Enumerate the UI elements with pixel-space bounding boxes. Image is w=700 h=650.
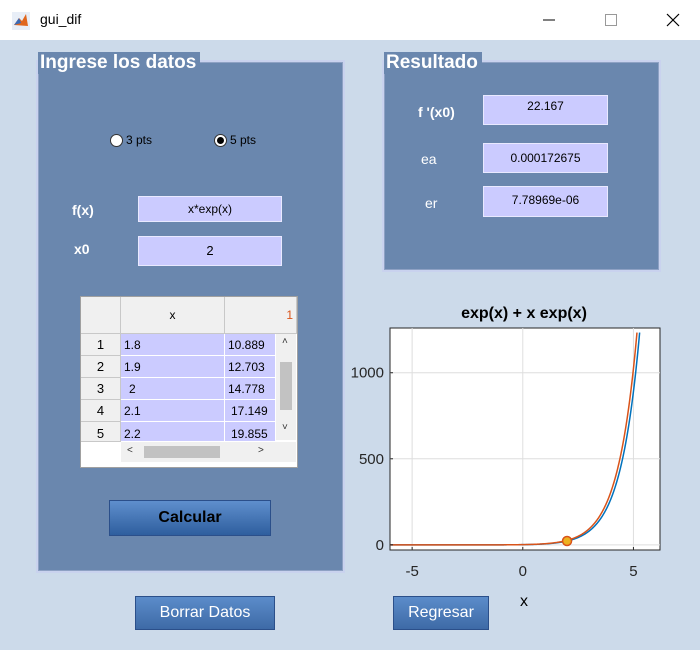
column-header-2[interactable]: 1	[225, 297, 297, 334]
regresar-button[interactable]: Regresar	[393, 596, 489, 630]
er-label: er	[425, 195, 438, 211]
table-cell-x[interactable]: 2.1	[121, 400, 225, 422]
scroll-left-icon[interactable]: <	[127, 445, 133, 456]
title-bar: gui_dif	[0, 0, 700, 40]
table-cell-x[interactable]: 2.2	[121, 422, 225, 442]
window-title: gui_dif	[40, 11, 82, 27]
evaluation-point-marker	[561, 535, 573, 547]
er-output: 7.78969e-06	[483, 186, 608, 217]
maximize-icon	[605, 14, 617, 26]
table-cell-y[interactable]: 19.855	[225, 422, 276, 442]
row-header: 5	[81, 422, 121, 442]
x-tick-label: 5	[629, 563, 637, 580]
table-cell-x[interactable]: 2	[121, 378, 225, 400]
scroll-right-icon[interactable]: >	[258, 445, 264, 456]
matlab-icon	[12, 12, 30, 30]
radio-5-pts[interactable]: 5 pts	[214, 133, 256, 147]
plot-area	[389, 327, 661, 551]
table-horizontal-scrollbar[interactable]: < >	[121, 442, 276, 462]
table-cell-y[interactable]: 14.778	[225, 378, 276, 400]
borrar-datos-button[interactable]: Borrar Datos	[135, 596, 275, 630]
x-tick-label: 0	[519, 563, 527, 580]
chart-title: exp(x) + x exp(x)	[461, 305, 587, 322]
radio-3-pts-label: 3 pts	[126, 133, 153, 147]
table-cell-x[interactable]: 1.8	[121, 334, 225, 356]
table-vertical-scrollbar[interactable]: ˄ ˅	[276, 334, 296, 440]
derivative-plot[interactable]: exp(x) + x exp(x) -5 0 5 0 500 1000 x	[340, 296, 680, 616]
maximize-button[interactable]	[588, 0, 634, 40]
x-tick-label: -5	[405, 563, 418, 580]
scrollbar-corner	[276, 442, 296, 462]
y-tick-label: 500	[359, 451, 384, 468]
fx-input[interactable]: x*exp(x)	[138, 196, 282, 222]
row-header: 3	[81, 378, 121, 400]
horizontal-scroll-thumb[interactable]	[144, 446, 220, 458]
data-table[interactable]: x 1 1 1.8 10.889 2 1.9 12.703 3 2 14.778…	[80, 296, 298, 468]
table-corner-header	[81, 297, 121, 334]
x-axis-label: x	[520, 593, 528, 610]
calcular-button[interactable]: Calcular	[109, 500, 271, 536]
scroll-down-icon[interactable]: ˅	[282, 422, 288, 433]
radio-5-pts-label: 5 pts	[230, 133, 257, 147]
row-header: 2	[81, 356, 121, 378]
result-panel-title: Resultado	[384, 52, 482, 74]
table-cell-y[interactable]: 17.149	[225, 400, 276, 422]
fprime-label: f '(x0)	[418, 104, 455, 120]
row-header: 1	[81, 334, 121, 356]
x0-input[interactable]: 2	[138, 236, 282, 266]
table-cell-y[interactable]: 10.889	[225, 334, 276, 356]
radio-selected-icon	[214, 133, 227, 147]
minimize-button[interactable]	[526, 0, 572, 40]
close-icon	[666, 13, 680, 27]
x0-label: x0	[74, 241, 90, 257]
fprime-output: 22.167	[483, 95, 608, 125]
close-button[interactable]	[650, 0, 696, 40]
table-cell-y[interactable]: 12.703	[225, 356, 276, 378]
minimize-icon	[543, 19, 555, 21]
column-header-x[interactable]: x	[121, 297, 225, 334]
radio-3-pts[interactable]: 3 pts	[110, 133, 152, 147]
y-tick-label: 0	[376, 537, 384, 554]
y-tick-label: 1000	[351, 365, 384, 382]
ea-output: 0.000172675	[483, 143, 608, 173]
input-panel-title: Ingrese los datos	[38, 52, 201, 74]
ea-label: ea	[421, 151, 437, 167]
radio-unselected-icon	[110, 133, 123, 147]
scroll-up-icon[interactable]: ˄	[282, 336, 288, 347]
row-header: 4	[81, 400, 121, 422]
table-cell-x[interactable]: 1.9	[121, 356, 225, 378]
fx-label: f(x)	[72, 202, 94, 218]
vertical-scroll-thumb[interactable]	[280, 362, 292, 410]
